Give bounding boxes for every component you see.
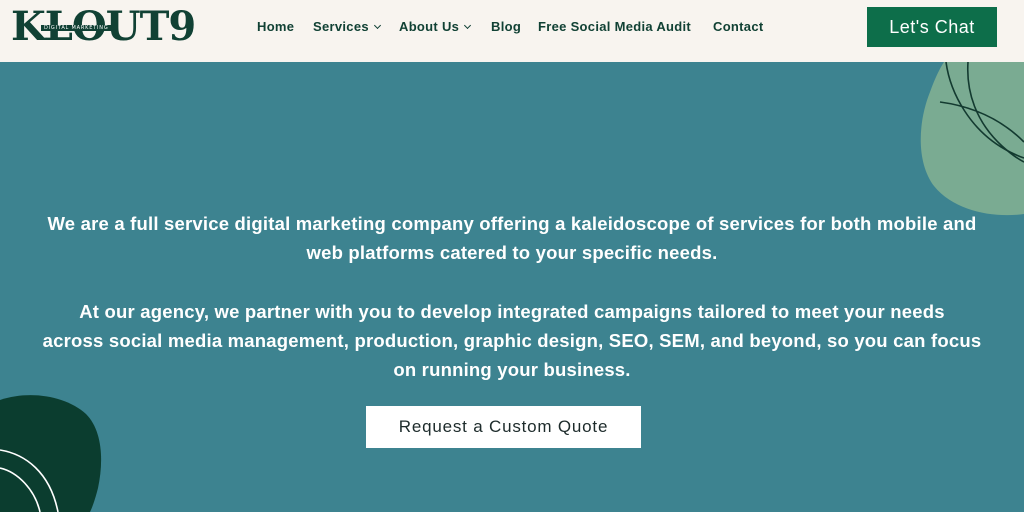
nav-item-services[interactable]: Services xyxy=(313,19,381,35)
nav-item-free-social-media-audit[interactable]: Free Social Media Audit xyxy=(538,19,691,35)
text-line: on running your business. xyxy=(393,359,631,380)
nav-label: Free Social Media Audit xyxy=(538,19,692,34)
nav-item-about-us[interactable]: About Us xyxy=(399,19,472,35)
nav-item-contact[interactable]: Contact xyxy=(713,19,764,35)
lets-chat-label: Let's Chat xyxy=(889,16,975,37)
text-line: We are a full service digital marketing … xyxy=(47,213,977,234)
agency-paragraph: At our agency, we partner with you to de… xyxy=(0,297,1024,384)
sage-blob-shape xyxy=(920,62,1024,216)
chevron-down-icon xyxy=(464,21,472,30)
text-line: At our agency, we partner with you to de… xyxy=(79,301,945,322)
nav-label: Blog xyxy=(491,19,522,34)
request-quote-button[interactable]: Request a Custom Quote xyxy=(366,406,641,448)
nav-label: Home xyxy=(257,19,295,34)
text-line: web platforms catered to your specific n… xyxy=(306,242,718,263)
lets-chat-button[interactable]: Let's Chat xyxy=(867,7,997,47)
nav-label: Services xyxy=(313,19,369,34)
nav-item-blog[interactable]: Blog xyxy=(491,19,521,35)
hero-section: We are a full service digital marketing … xyxy=(0,62,1024,512)
intro-paragraph: We are a full service digital marketing … xyxy=(0,209,1024,267)
nav-label: About Us xyxy=(399,19,460,34)
request-quote-label: Request a Custom Quote xyxy=(398,417,609,436)
nav-item-home[interactable]: Home xyxy=(257,19,294,35)
chevron-down-icon xyxy=(373,21,381,30)
text-line: across social media management, producti… xyxy=(42,330,982,351)
site-header: KLOUT9 DIGITAL MARKETING Home Services A… xyxy=(0,0,1024,62)
nav-label: Contact xyxy=(713,19,764,34)
